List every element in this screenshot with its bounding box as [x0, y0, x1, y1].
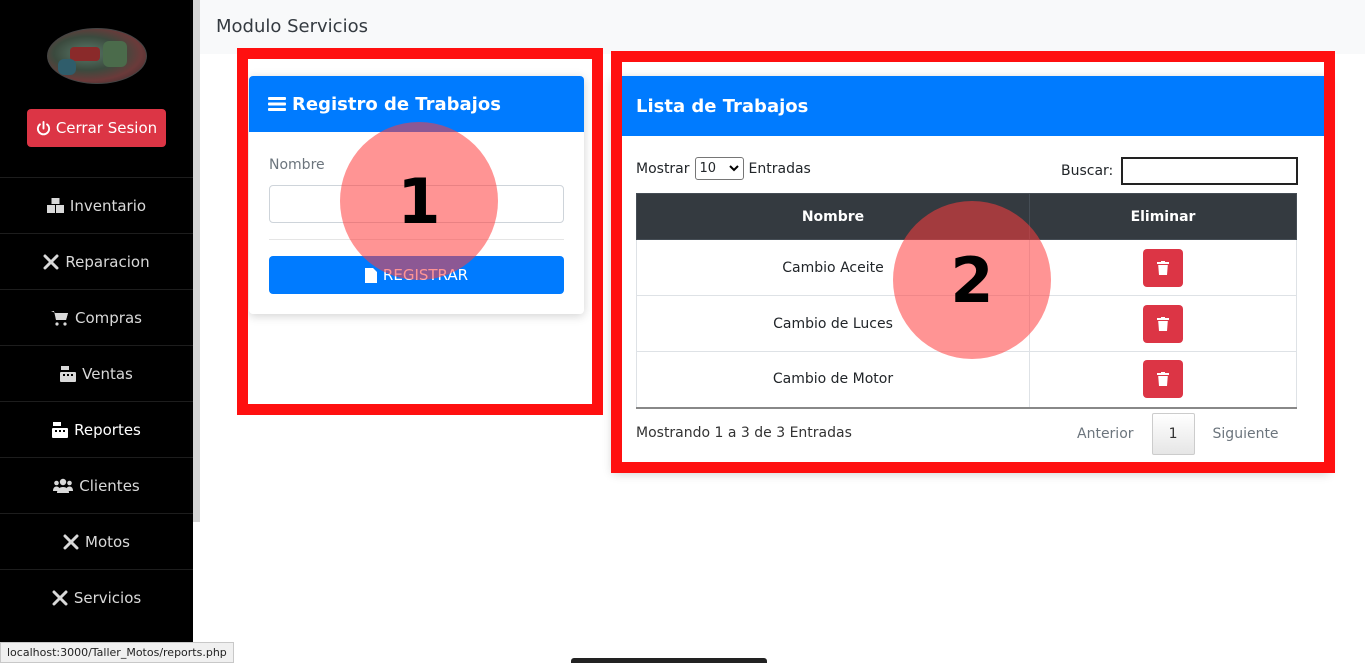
sidebar-item-reparacion[interactable]: Reparacion — [0, 233, 193, 289]
status-bar-url: localhost:3000/Taller_Motos/reports.php — [0, 642, 234, 663]
sidebar-item-ventas[interactable]: Ventas — [0, 345, 193, 401]
page-title: Modulo Servicios — [216, 16, 368, 37]
tools-icon — [52, 590, 68, 605]
sidebar-item-label: Ventas — [82, 364, 133, 383]
cash-register-icon — [60, 365, 77, 382]
sidebar-item-compras[interactable]: Compras — [0, 289, 193, 345]
tools-icon — [43, 254, 59, 269]
sidebar-item-label: Reparacion — [65, 252, 150, 271]
sidebar-item-label: Motos — [85, 532, 130, 551]
sidebar-item-clientes[interactable]: Clientes — [0, 457, 193, 513]
annotation-marker-1: 1 — [340, 122, 498, 280]
sidebar: Cerrar Sesion Inventario Reparacion Comp… — [0, 0, 193, 663]
top-bar: Modulo Servicios — [200, 0, 1365, 54]
logout-label: Cerrar Sesion — [55, 119, 158, 137]
sidebar-item-label: Inventario — [69, 196, 147, 215]
logout-button[interactable]: Cerrar Sesion — [27, 109, 166, 147]
sidebar-item-servicios[interactable]: Servicios — [0, 569, 193, 625]
sidebar-item-motos[interactable]: Motos — [0, 513, 193, 569]
horizontal-scrollbar[interactable] — [571, 658, 767, 663]
power-icon — [36, 120, 50, 135]
sidebar-item-label: Servicios — [73, 588, 142, 607]
sidebar-item-inventario[interactable]: Inventario — [0, 177, 193, 233]
sidebar-item-reportes[interactable]: Reportes — [0, 401, 193, 457]
tools-icon — [63, 534, 79, 549]
cart-icon — [51, 310, 69, 326]
users-icon — [53, 478, 74, 493]
annotation-marker-2: 2 — [893, 201, 1051, 359]
logo — [47, 28, 147, 84]
sidebar-item-label: Compras — [75, 308, 142, 327]
sidebar-item-label: Reportes — [74, 420, 141, 439]
sidebar-scrollbar[interactable] — [193, 0, 200, 522]
cash-register-icon — [52, 421, 69, 438]
sidebar-item-label: Clientes — [79, 476, 140, 495]
boxes-icon — [46, 198, 64, 213]
